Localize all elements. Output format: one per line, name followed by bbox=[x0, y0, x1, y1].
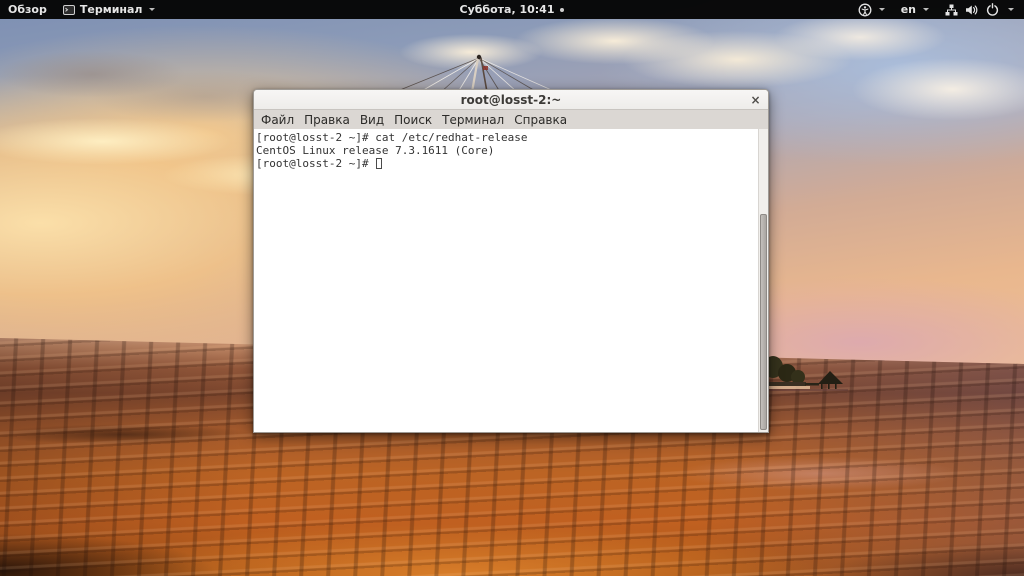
clock[interactable]: Суббота, 10:41 bbox=[460, 3, 555, 16]
terminal-line: CentOS Linux release 7.3.1611 (Core) bbox=[256, 144, 495, 157]
top-panel: Обзор Терминал Суббота, 10:41 en bbox=[0, 0, 1024, 19]
terminal-cursor bbox=[376, 158, 383, 169]
system-menu[interactable] bbox=[937, 0, 1024, 19]
power-icon bbox=[986, 3, 999, 16]
menu-help[interactable]: Справка bbox=[509, 112, 572, 128]
menu-view[interactable]: Вид bbox=[355, 112, 389, 128]
network-wired-icon bbox=[945, 4, 958, 16]
activities-label: Обзор bbox=[8, 3, 47, 16]
boat-mast bbox=[394, 54, 557, 94]
menu-terminal[interactable]: Терминал bbox=[437, 112, 509, 128]
app-menu-terminal[interactable]: Терминал bbox=[55, 0, 164, 19]
menu-edit[interactable]: Правка bbox=[299, 112, 355, 128]
chevron-down-icon bbox=[1008, 8, 1014, 11]
scrollbar[interactable] bbox=[758, 129, 768, 432]
keyboard-layout-menu[interactable]: en bbox=[893, 0, 937, 19]
terminal-content[interactable]: [root@losst-2 ~]# cat /etc/redhat-releas… bbox=[254, 129, 768, 432]
activities-button[interactable]: Обзор bbox=[0, 0, 55, 19]
menu-search[interactable]: Поиск bbox=[389, 112, 437, 128]
panel-left: Обзор Терминал bbox=[0, 0, 163, 19]
window-menubar: Файл Правка Вид Поиск Терминал Справка bbox=[254, 110, 768, 129]
accessibility-icon bbox=[858, 3, 872, 17]
keyboard-layout-label: en bbox=[900, 3, 916, 16]
terminal-prompt-line: [root@losst-2 ~]# bbox=[256, 157, 756, 170]
chevron-down-icon bbox=[149, 8, 156, 11]
close-button[interactable]: × bbox=[748, 92, 763, 107]
panel-right: en bbox=[850, 0, 1024, 19]
app-menu-label: Терминал bbox=[79, 3, 143, 16]
window-title: root@losst-2:~ bbox=[460, 92, 562, 107]
terminal-icon bbox=[62, 4, 75, 16]
menu-file[interactable]: Файл bbox=[256, 112, 299, 128]
notification-dot-icon bbox=[560, 7, 565, 12]
terminal-line: [root@losst-2 ~]# cat /etc/redhat-releas… bbox=[256, 131, 528, 144]
desktop: Обзор Терминал Суббота, 10:41 en root@lo… bbox=[0, 0, 1024, 576]
terminal-text: [root@losst-2 ~]# cat /etc/redhat-releas… bbox=[254, 129, 768, 170]
terminal-prompt: [root@losst-2 ~]# bbox=[256, 157, 376, 170]
chevron-down-icon bbox=[923, 8, 929, 11]
scrollbar-thumb[interactable] bbox=[760, 214, 767, 430]
accessibility-menu[interactable] bbox=[850, 0, 893, 19]
chevron-down-icon bbox=[878, 8, 885, 11]
terminal-window: root@losst-2:~ × Файл Правка Вид Поиск Т… bbox=[253, 89, 769, 433]
volume-icon bbox=[965, 4, 979, 16]
window-titlebar[interactable]: root@losst-2:~ × bbox=[254, 90, 768, 110]
